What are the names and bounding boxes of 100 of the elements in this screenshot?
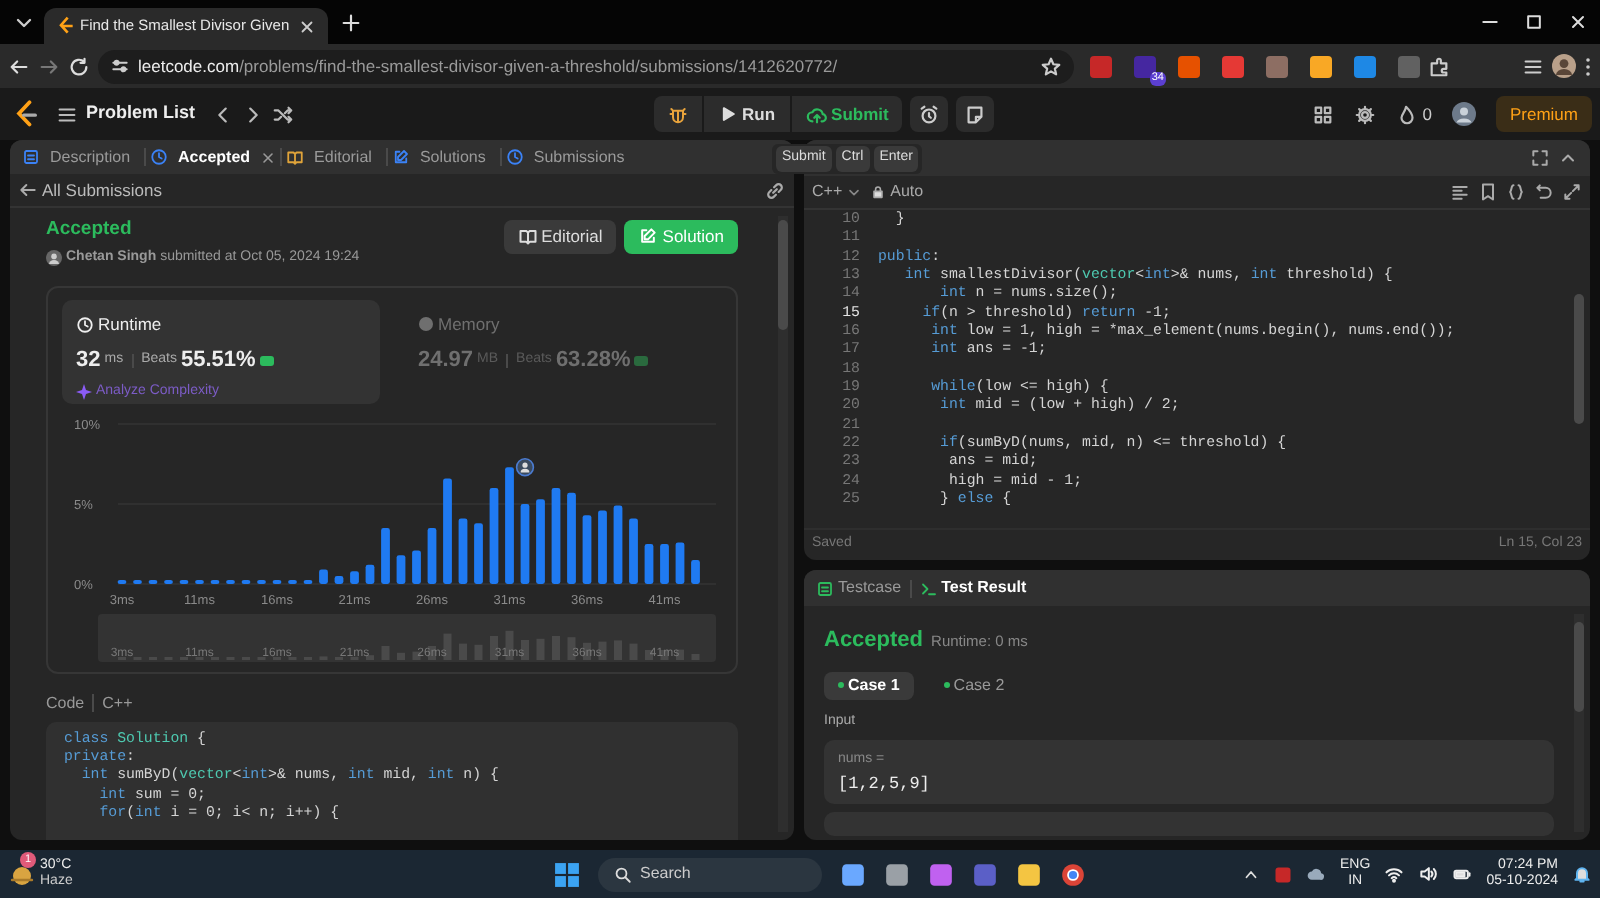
close-tab-icon[interactable] (260, 149, 277, 166)
user-avatar[interactable] (1451, 102, 1476, 126)
case-tab[interactable]: Case 2 (929, 671, 1019, 699)
layout-icon[interactable] (1312, 103, 1335, 125)
tray-app-icon[interactable] (1274, 865, 1293, 883)
share-link-icon[interactable] (764, 179, 786, 202)
case-tab[interactable]: Case 1 (824, 671, 914, 699)
streak-count: 0 (1422, 101, 1432, 127)
new-tab-icon[interactable] (339, 11, 362, 33)
panel-tab[interactable]: Description (40, 141, 141, 174)
panel-tab[interactable]: Accepted (168, 141, 261, 174)
scrollbar-thumb[interactable] (1574, 294, 1584, 424)
bookmark-star-icon[interactable] (1040, 55, 1062, 77)
timer-button[interactable] (910, 96, 949, 132)
forward-icon[interactable] (38, 55, 60, 77)
fullscreen-icon[interactable] (1530, 148, 1550, 168)
chart-bar (505, 466, 514, 584)
submit-button[interactable]: Submit (791, 96, 903, 132)
wifi-icon[interactable] (1384, 864, 1405, 884)
chart-bar (520, 503, 530, 584)
panel-tab[interactable]: Editorial (304, 141, 382, 174)
chart-bar (489, 487, 499, 584)
chart-bar (319, 568, 328, 584)
code-label: Code (46, 691, 85, 716)
beats-icon (259, 356, 274, 367)
panel-tab[interactable]: Testcase (838, 572, 902, 604)
chart-bar (288, 579, 297, 584)
menu-icon[interactable] (1584, 55, 1592, 77)
chart-bar (195, 579, 204, 584)
taskbar-app-icon[interactable] (1060, 861, 1086, 887)
extension-icon[interactable] (1178, 55, 1200, 77)
panel-tab[interactable]: Submissions (523, 141, 635, 174)
search-placeholder: Search (640, 862, 691, 886)
shuffle-icon[interactable] (271, 103, 294, 125)
taskbar-app-icon[interactable] (1016, 861, 1042, 887)
media-icon[interactable] (1522, 55, 1544, 77)
close-icon[interactable] (297, 17, 316, 35)
result-status: Accepted (824, 626, 924, 656)
start-icon[interactable] (554, 861, 580, 887)
tab-icon (22, 148, 40, 167)
chart-bar (598, 509, 607, 584)
taskbar-app-icon[interactable] (840, 861, 866, 887)
beats-icon (634, 356, 649, 367)
chart-bar (443, 477, 452, 584)
extensions-icon[interactable] (1428, 55, 1450, 77)
tab-icon (391, 148, 410, 167)
chart-bar (536, 498, 545, 584)
input-value: [1,2,5,9] (838, 775, 930, 794)
settings-icon[interactable] (1354, 103, 1377, 125)
chart-bar (226, 579, 235, 584)
extension-icon[interactable] (1310, 55, 1332, 77)
language-dropdown[interactable]: C++ (812, 176, 863, 208)
sparkle-icon (76, 384, 92, 401)
chart-bar (613, 504, 623, 584)
problem-list-link[interactable]: Problem List (86, 100, 196, 128)
editorial-button[interactable]: Editorial (503, 219, 617, 254)
extension-icon[interactable] (1134, 55, 1156, 77)
chart-bar (660, 543, 669, 584)
search-field[interactable]: Search (598, 857, 822, 891)
scrollbar-thumb[interactable] (1574, 622, 1584, 712)
format-icon[interactable] (1450, 182, 1470, 202)
battery-icon[interactable] (1452, 864, 1473, 884)
chart-bar (272, 579, 282, 584)
maximize-icon[interactable] (1524, 12, 1544, 32)
debug-button[interactable] (654, 96, 702, 132)
bookmark-icon[interactable] (1478, 182, 1498, 202)
back-icon[interactable] (18, 180, 38, 201)
lock-icon (870, 184, 887, 200)
undo-icon[interactable] (1534, 182, 1554, 202)
taskbar-app-icon[interactable] (884, 861, 910, 887)
volume-icon[interactable] (1418, 864, 1439, 884)
cloud-icon[interactable] (1306, 864, 1327, 884)
address-bar[interactable]: leetcode.com/problems/find-the-smallest-divisor-given-a-threshold/submissions/1412620772/ (98, 49, 1074, 83)
extension-icon[interactable] (1222, 55, 1244, 77)
notifications-icon[interactable] (1572, 864, 1592, 884)
chart-bar (164, 579, 173, 584)
notes-button[interactable] (956, 96, 995, 132)
back-icon[interactable] (8, 55, 30, 77)
premium-button[interactable]: Premium (1495, 96, 1592, 132)
beats-percent: 55.51% (181, 346, 256, 377)
extension-icon[interactable] (1354, 55, 1376, 77)
scrollbar-thumb[interactable] (778, 219, 788, 330)
leetcode-logo-icon[interactable] (12, 100, 40, 128)
all-submissions-link[interactable]: All Submissions (42, 177, 162, 204)
chart-bar (210, 579, 220, 584)
chart-bar (644, 543, 654, 584)
clock-icon (76, 315, 94, 334)
close-icon[interactable] (1568, 12, 1588, 32)
panel-tab[interactable]: Solutions (409, 141, 496, 174)
profile-avatar[interactable] (1552, 54, 1576, 78)
chart-bar (629, 517, 638, 584)
panel-tab[interactable]: Test Result (941, 572, 1027, 604)
extension-icon[interactable] (1266, 55, 1288, 77)
run-button[interactable]: Run (704, 96, 790, 132)
show-hidden-icons[interactable] (1242, 865, 1261, 883)
expand-icon[interactable] (1562, 182, 1582, 202)
reload-icon[interactable] (68, 55, 90, 77)
submission-status: Accepted (46, 215, 134, 244)
braces-icon[interactable] (1506, 182, 1526, 202)
url-text: leetcode.com/problems/find-the-smallest-divisor-given-a-threshold/submissions/1412620772/ (138, 53, 838, 79)
